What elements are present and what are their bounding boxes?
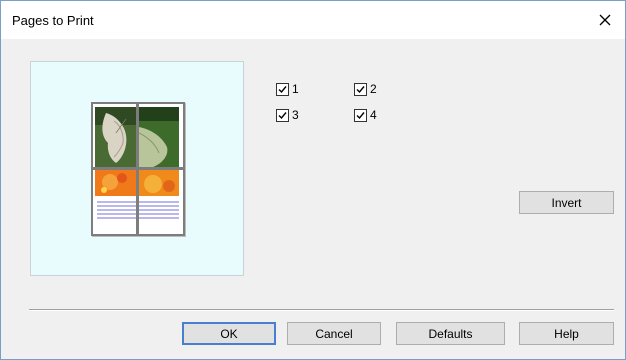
ok-button[interactable]: OK [182, 322, 276, 345]
close-icon [599, 14, 611, 26]
pages-to-print-dialog: Pages to Print 1 2 3 4 Invert OK Cancel … [0, 0, 626, 360]
checkbox-label: 4 [370, 108, 377, 122]
checkbox-box[interactable] [276, 108, 289, 122]
dialog-title: Pages to Print [12, 13, 94, 28]
checkmark-icon [278, 111, 287, 119]
page-4-checkbox[interactable]: 4 [354, 108, 377, 122]
title-bar: Pages to Print [1, 1, 625, 39]
page-3-checkbox[interactable]: 3 [276, 108, 299, 122]
help-button[interactable]: Help [519, 322, 614, 345]
page-1-checkbox[interactable]: 1 [276, 82, 299, 96]
checkmark-icon [356, 85, 365, 93]
checkmark-icon [278, 85, 287, 93]
checkbox-label: 2 [370, 82, 377, 96]
checkbox-box[interactable] [276, 82, 289, 96]
print-preview-panel [30, 61, 244, 276]
page-divider-horizontal [91, 167, 185, 170]
checkbox-label: 3 [292, 108, 299, 122]
close-button[interactable] [585, 1, 625, 39]
page-layout-preview [91, 102, 185, 236]
checkmark-icon [356, 111, 365, 119]
invert-button[interactable]: Invert [519, 191, 614, 214]
checkbox-label: 1 [292, 82, 299, 96]
page-2-checkbox[interactable]: 2 [354, 82, 377, 96]
defaults-button[interactable]: Defaults [396, 322, 505, 345]
checkbox-box[interactable] [354, 82, 367, 96]
button-separator [29, 309, 614, 311]
checkbox-box[interactable] [354, 108, 367, 122]
cancel-button[interactable]: Cancel [287, 322, 381, 345]
